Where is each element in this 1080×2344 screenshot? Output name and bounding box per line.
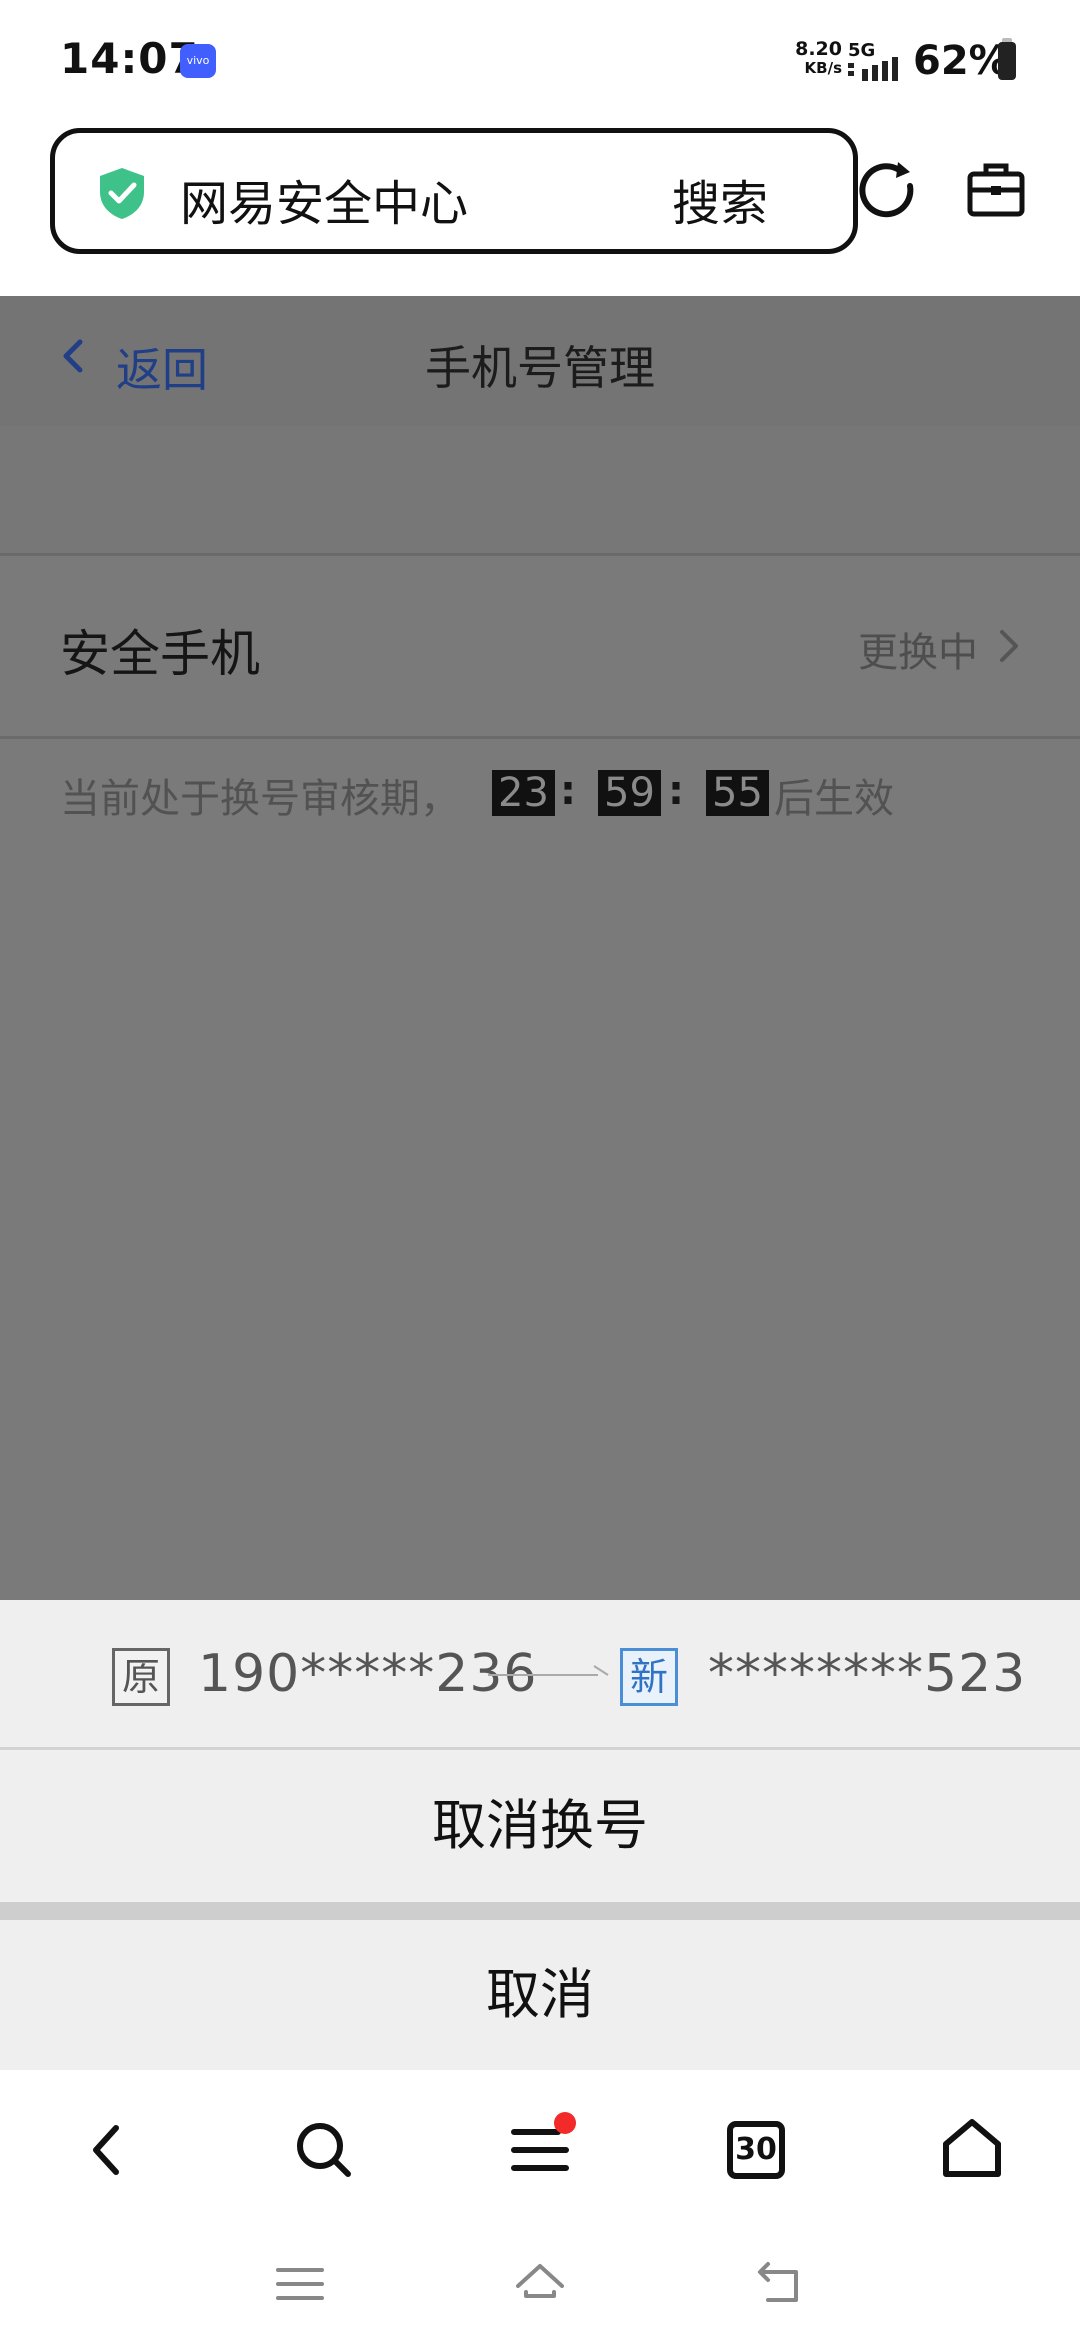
orig-number: 190*****236: [198, 1644, 538, 1704]
notice-text: 当前处于换号审核期，: [60, 776, 460, 822]
new-number: ********523: [708, 1644, 1027, 1704]
chevron-right-icon[interactable]: [998, 628, 1020, 664]
search-button[interactable]: 搜索: [672, 164, 768, 234]
net-speed-value: 8.20: [795, 38, 842, 60]
orig-tag: 原: [112, 1648, 170, 1706]
system-home-icon[interactable]: [512, 2256, 568, 2312]
recents-icon[interactable]: [272, 2256, 328, 2312]
countdown-hours: 23: [492, 770, 555, 816]
reload-icon[interactable]: [858, 158, 920, 220]
status-time: 14:07: [60, 34, 199, 83]
shield-check-icon: [100, 168, 144, 219]
sheet-gap: [0, 1902, 1080, 1920]
countdown-seconds: 55: [706, 770, 769, 816]
page-title: 手机号管理: [425, 341, 655, 395]
toolbox-icon[interactable]: [966, 160, 1026, 220]
home-icon[interactable]: [932, 2110, 1012, 2190]
secure-phone-status[interactable]: 更换中: [858, 620, 978, 678]
address-text[interactable]: 网易安全中心: [180, 164, 468, 234]
divider: [0, 736, 1080, 739]
countdown-minutes: 59: [598, 770, 661, 816]
battery-percent: 62%: [913, 38, 1009, 84]
back-icon[interactable]: [68, 2110, 148, 2190]
system-back-icon[interactable]: [752, 2256, 808, 2312]
tab-count: 30: [735, 2132, 777, 2167]
carrier-badge: vivo: [180, 44, 216, 78]
arrow-line: [488, 1674, 598, 1676]
cancel-button[interactable]: 取消: [0, 1920, 1080, 2070]
countdown-separator: :: [668, 768, 684, 814]
cancel-swap-button[interactable]: 取消换号: [0, 1752, 1080, 1900]
tabs-button[interactable]: 30: [716, 2110, 796, 2190]
spacer-band: [0, 426, 1080, 554]
new-tag: 新: [620, 1648, 678, 1706]
signal-icon: [848, 57, 898, 81]
arrow-right-icon: [593, 1665, 609, 1676]
divider: [0, 553, 1080, 556]
secure-phone-label[interactable]: 安全手机: [60, 614, 260, 686]
net-speed: 8.20 KB/s: [786, 40, 842, 78]
notice-suffix: 后生效: [774, 776, 894, 822]
search-icon[interactable]: [284, 2110, 364, 2190]
countdown-separator: :: [560, 768, 576, 814]
battery-icon: [998, 42, 1016, 80]
net-speed-unit: KB/s: [804, 59, 842, 77]
notification-dot: [554, 2112, 576, 2134]
